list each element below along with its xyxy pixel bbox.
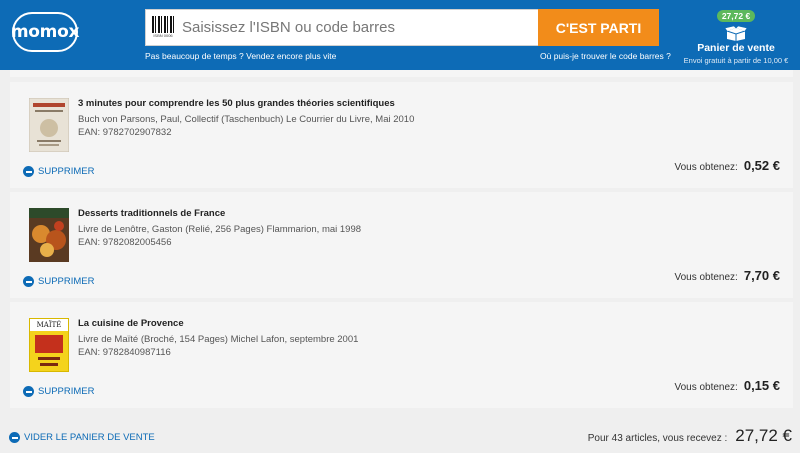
book-cover-image: [29, 98, 69, 152]
book-cover-image: MAÏTÉ: [29, 318, 69, 372]
momox-logo[interactable]: momox: [11, 12, 79, 52]
item-ean: EAN: 9782702907832: [78, 127, 172, 138]
item-details: Livre de Maïté (Broché, 154 Pages) Miche…: [78, 334, 359, 345]
item-price: Vous obtenez: 0,15 €: [674, 378, 780, 393]
item-details: Livre de Lenôtre, Gaston (Relié, 256 Pag…: [78, 224, 362, 235]
cart-title: Panier de vente: [697, 42, 775, 54]
sell-faster-link[interactable]: Pas beaucoup de temps ? Vendez encore pl…: [145, 51, 336, 61]
item-ean: EAN: 9782840987116: [78, 347, 171, 358]
minus-circle-icon: [9, 432, 20, 443]
search-submit-button[interactable]: C'EST PARTI: [538, 9, 659, 46]
list-item: MAÏTÉ La cuisine de Provence Livre de Ma…: [10, 302, 793, 408]
remove-item-button[interactable]: SUPPRIMER: [23, 166, 94, 177]
box-icon: [725, 26, 747, 41]
minus-circle-icon: [23, 276, 34, 287]
item-price: Vous obtenez: 0,52 €: [674, 158, 780, 173]
item-title[interactable]: La cuisine de Provence: [78, 318, 184, 329]
list-item: Desserts traditionnels de France Livre d…: [10, 192, 793, 298]
search-box: ISBN 0006: [145, 9, 539, 46]
book-cover-image: [29, 208, 69, 262]
cart-total: Pour 43 articles, vous recevez : 27,72 €: [587, 426, 792, 445]
minus-circle-icon: [23, 166, 34, 177]
item-ean: EAN: 9782082005456: [78, 237, 172, 248]
item-title[interactable]: Desserts traditionnels de France: [78, 208, 225, 219]
barcode-icon: ISBN 0006: [152, 16, 174, 40]
cart-subtitle: Envoi gratuit à partir de 10,00 €: [683, 56, 789, 65]
cart-total-badge: 27,72 €: [716, 10, 756, 22]
sales-cart[interactable]: 27,72 € Panier de vente Envoi gratuit à …: [678, 6, 794, 66]
remove-item-button[interactable]: SUPPRIMER: [23, 386, 94, 397]
remove-item-button[interactable]: SUPPRIMER: [23, 276, 94, 287]
barcode-help-link[interactable]: Où puis-je trouver le code barres ?: [540, 51, 671, 61]
list-item: 3 minutes pour comprendre les 50 plus gr…: [10, 82, 793, 188]
header: momox ISBN 0006 C'EST PARTI Pas beaucoup…: [0, 0, 800, 70]
item-title[interactable]: 3 minutes pour comprendre les 50 plus gr…: [78, 98, 395, 109]
minus-circle-icon: [23, 386, 34, 397]
isbn-search-input[interactable]: [182, 10, 532, 45]
item-price: Vous obtenez: 7,70 €: [674, 268, 780, 283]
list-top-strip: [10, 70, 793, 77]
empty-cart-button[interactable]: VIDER LE PANIER DE VENTE: [9, 432, 155, 443]
item-details: Buch von Parsons, Paul, Collectif (Tasch…: [78, 114, 415, 125]
